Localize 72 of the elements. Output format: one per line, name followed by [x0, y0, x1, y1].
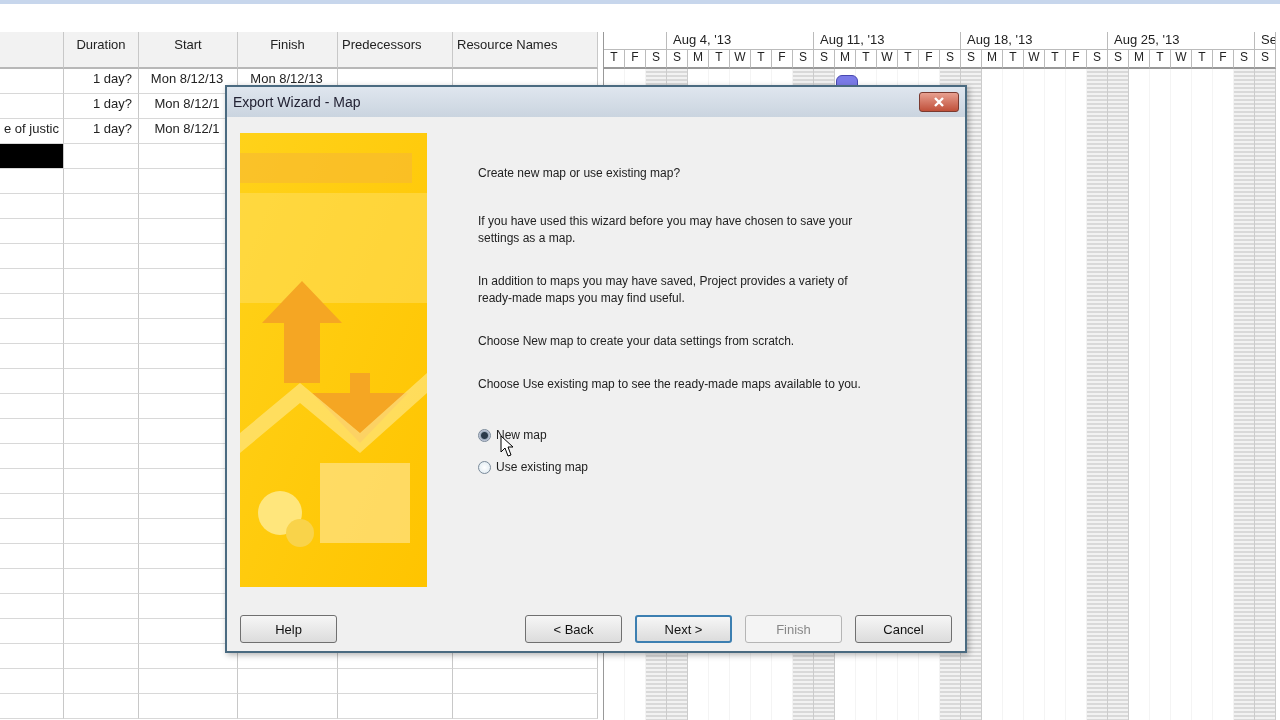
day-label: F: [772, 50, 793, 69]
table-cell: [0, 244, 64, 269]
table-cell: [0, 344, 64, 369]
table-cell: [0, 619, 64, 644]
radio-option[interactable]: New map: [478, 419, 870, 451]
table-cell: [0, 369, 64, 394]
day-label: F: [1213, 50, 1234, 69]
close-icon: [933, 97, 945, 107]
day-label: T: [1003, 50, 1024, 69]
instruction-text: If you have used this wizard before you may have chosen to save your settings as a map.: [478, 213, 854, 247]
timescale-cell: [604, 32, 667, 50]
table-cell: 1 day?: [64, 69, 139, 94]
day-label: W: [730, 50, 751, 69]
table-cell: [0, 394, 64, 419]
table-cell: [0, 694, 64, 719]
table-cell: [0, 669, 64, 694]
instruction-text: Choose New map to create your data settings from scratch.: [478, 333, 796, 350]
timescale-cell: Aug 18, '13: [961, 32, 1108, 50]
table-cell: [0, 469, 64, 494]
column-header[interactable]: Duration: [64, 32, 139, 69]
day-label: T: [1150, 50, 1171, 69]
instruction-text: Create new map or use existing map?: [478, 165, 682, 182]
table-cell: [0, 569, 64, 594]
day-label: F: [625, 50, 646, 69]
close-button[interactable]: [919, 92, 959, 112]
day-label: M: [688, 50, 709, 69]
column-header[interactable]: Predecessors: [338, 32, 453, 69]
day-label: T: [898, 50, 919, 69]
day-label: W: [1024, 50, 1045, 69]
table-cell: [0, 419, 64, 444]
dialog-button[interactable]: Cancel: [855, 615, 952, 643]
table-cell: 1 day?: [64, 94, 139, 119]
day-label: T: [604, 50, 625, 69]
day-label: M: [982, 50, 1003, 69]
day-label: T: [1045, 50, 1066, 69]
table-cell: [0, 169, 64, 194]
radio-button[interactable]: [478, 460, 491, 474]
day-label: W: [1171, 50, 1192, 69]
timescale-cell: Aug 25, '13: [1108, 32, 1255, 50]
day-label: T: [709, 50, 730, 69]
dialog-button[interactable]: < Back: [525, 615, 622, 643]
day-label: W: [877, 50, 898, 69]
table-cell: [0, 444, 64, 469]
day-label: F: [1066, 50, 1087, 69]
day-label: T: [856, 50, 877, 69]
day-label: M: [1129, 50, 1150, 69]
day-label: T: [1192, 50, 1213, 69]
instruction-text: Choose Use existing map to see the ready-made maps available to you.: [478, 376, 862, 393]
table-cell: [0, 644, 64, 669]
table-cell: [0, 294, 64, 319]
table-cell: [0, 494, 64, 519]
table-cell: [0, 594, 64, 619]
table-cell: [0, 219, 64, 244]
dialog-button[interactable]: Next >: [635, 615, 732, 643]
instruction-text: In addition to maps you may have saved, Project provides a variety of ready-made maps you may find useful.: [478, 273, 849, 307]
timescale-cell: Aug 4, '13: [667, 32, 814, 50]
table-cell: [0, 269, 64, 294]
radio-button[interactable]: [478, 428, 491, 442]
column-header[interactable]: Start: [139, 32, 238, 69]
timescale-cell: Aug 11, '13: [814, 32, 961, 50]
column-header[interactable]: Resource Names: [453, 32, 598, 69]
table-cell: [0, 319, 64, 344]
table-cell: [0, 519, 64, 544]
day-label: M: [835, 50, 856, 69]
radio-option[interactable]: Use existing map: [478, 451, 870, 483]
day-label: F: [919, 50, 940, 69]
table-cell: 1 day?: [64, 119, 139, 144]
dialog-button[interactable]: Help: [240, 615, 337, 643]
table-cell: [0, 194, 64, 219]
column-header[interactable]: Finish: [238, 32, 338, 69]
table-cell: [0, 544, 64, 569]
day-label: T: [751, 50, 772, 69]
